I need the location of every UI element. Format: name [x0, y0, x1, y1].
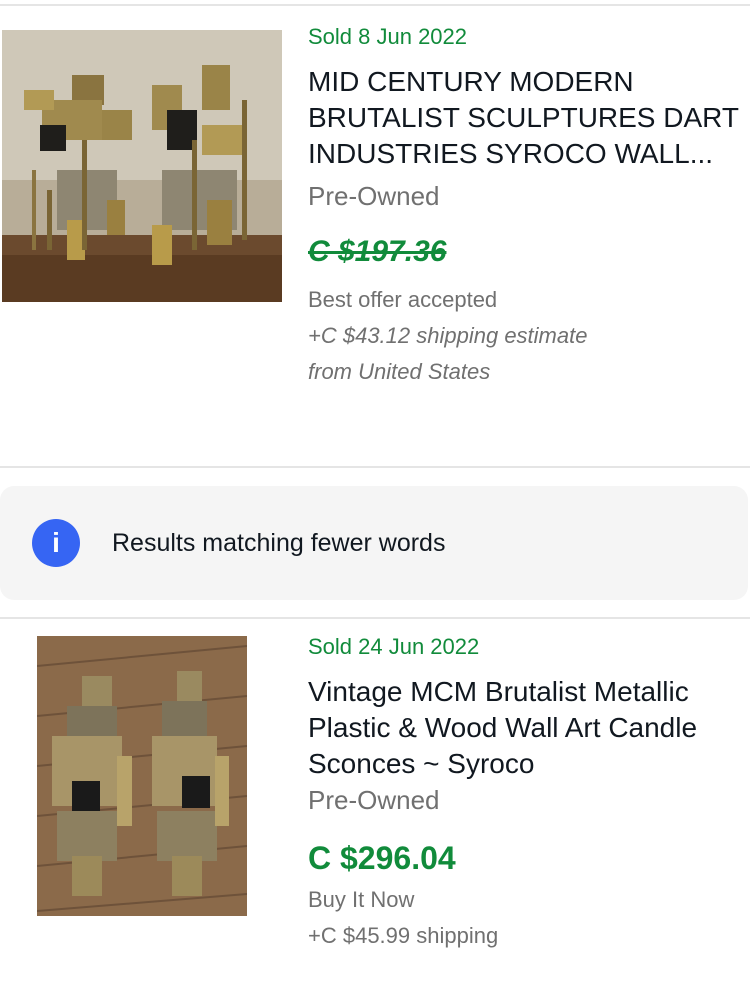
brutalist-sculpture-photo: [2, 30, 282, 302]
notice-text: Results matching fewer words: [112, 529, 446, 557]
listing-title-line: Vintage MCM Brutalist Metallic: [308, 676, 689, 707]
listing-title[interactable]: Vintage MCM Brutalist Metallic Plastic &…: [308, 674, 750, 782]
section-divider: [0, 466, 750, 468]
shipping-label: +C $43.12 shipping estimate: [308, 323, 588, 348]
listing-item[interactable]: Sold 24 Jun 2022 Vintage MCM Brutalist M…: [0, 619, 750, 1004]
listing-details: Sold 24 Jun 2022 Vintage MCM Brutalist M…: [308, 634, 750, 954]
info-icon: i: [32, 519, 80, 567]
listing-image[interactable]: [2, 30, 282, 302]
listing-title-line: Plastic & Wood Wall Art Candle: [308, 712, 698, 743]
listing-title-line: MID CENTURY MODERN: [308, 66, 634, 97]
purchase-type-label: Best offer accepted: [308, 287, 498, 312]
sold-price: C $296.04: [308, 840, 456, 876]
listing-item[interactable]: Sold 8 Jun 2022 MID CENTURY MODERN BRUTA…: [0, 0, 750, 466]
listing-title-line: INDUSTRIES SYROCO WALL...: [308, 138, 714, 169]
shipping-label: +C $45.99 shipping: [308, 923, 499, 948]
listing-title-line: BRUTALIST SCULPTURES DART: [308, 102, 739, 133]
sold-date-label: Sold 8 Jun 2022: [308, 24, 468, 49]
listing-title-line: Sconces ~ Syroco: [308, 748, 535, 779]
location-label: from United States: [308, 359, 491, 384]
sold-date-label: Sold 24 Jun 2022: [308, 634, 480, 659]
sold-price: C $197.36: [308, 235, 447, 268]
listing-title[interactable]: MID CENTURY MODERN BRUTALIST SCULPTURES …: [308, 64, 750, 172]
purchase-type-label: Buy It Now: [308, 887, 415, 912]
condition-label: Pre-Owned: [308, 785, 440, 815]
condition-label: Pre-Owned: [308, 181, 440, 211]
wall-sconces-photo: [37, 636, 247, 916]
fewer-words-notice: i Results matching fewer words: [0, 486, 748, 600]
listing-details: Sold 8 Jun 2022 MID CENTURY MODERN BRUTA…: [308, 24, 750, 390]
listing-image[interactable]: [37, 636, 247, 916]
